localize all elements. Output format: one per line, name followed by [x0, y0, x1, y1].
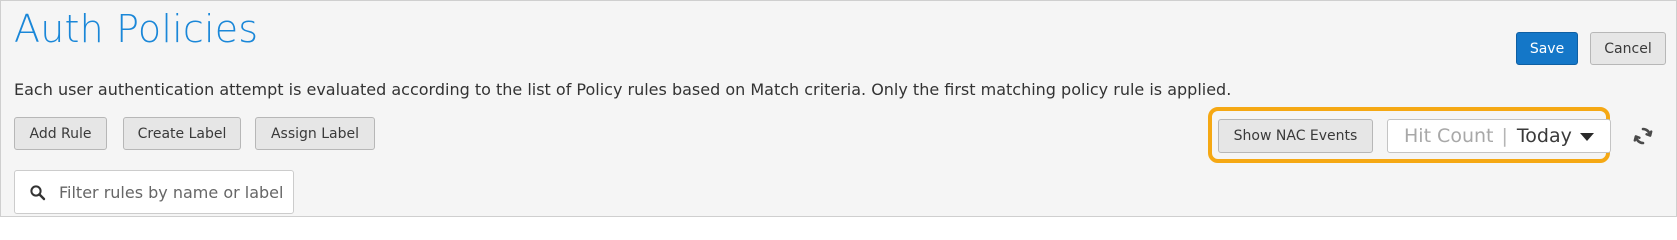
caret-down-icon: [1580, 133, 1594, 141]
show-nac-events-button[interactable]: Show NAC Events: [1218, 119, 1373, 153]
refresh-icon[interactable]: [1631, 124, 1655, 148]
page-description: Each user authentication attempt is eval…: [14, 80, 1232, 99]
filter-rules-input[interactable]: [59, 179, 287, 205]
hit-count-selected-value: Today: [1516, 125, 1572, 147]
save-button[interactable]: Save: [1516, 32, 1578, 65]
hit-count-label: Hit Count: [1404, 125, 1494, 147]
assign-label-button[interactable]: Assign Label: [255, 117, 375, 150]
filter-rules-box: [14, 170, 294, 214]
cancel-button[interactable]: Cancel: [1590, 32, 1666, 65]
create-label-button[interactable]: Create Label: [123, 117, 241, 150]
hit-count-separator: |: [1501, 125, 1508, 147]
hit-count-dropdown[interactable]: Hit Count | Today: [1387, 119, 1611, 153]
auth-policies-page: Auth Policies Save Cancel Each user auth…: [0, 0, 1677, 217]
add-rule-button[interactable]: Add Rule: [14, 117, 107, 150]
search-icon: [29, 184, 47, 202]
page-title: Auth Policies: [14, 7, 259, 51]
